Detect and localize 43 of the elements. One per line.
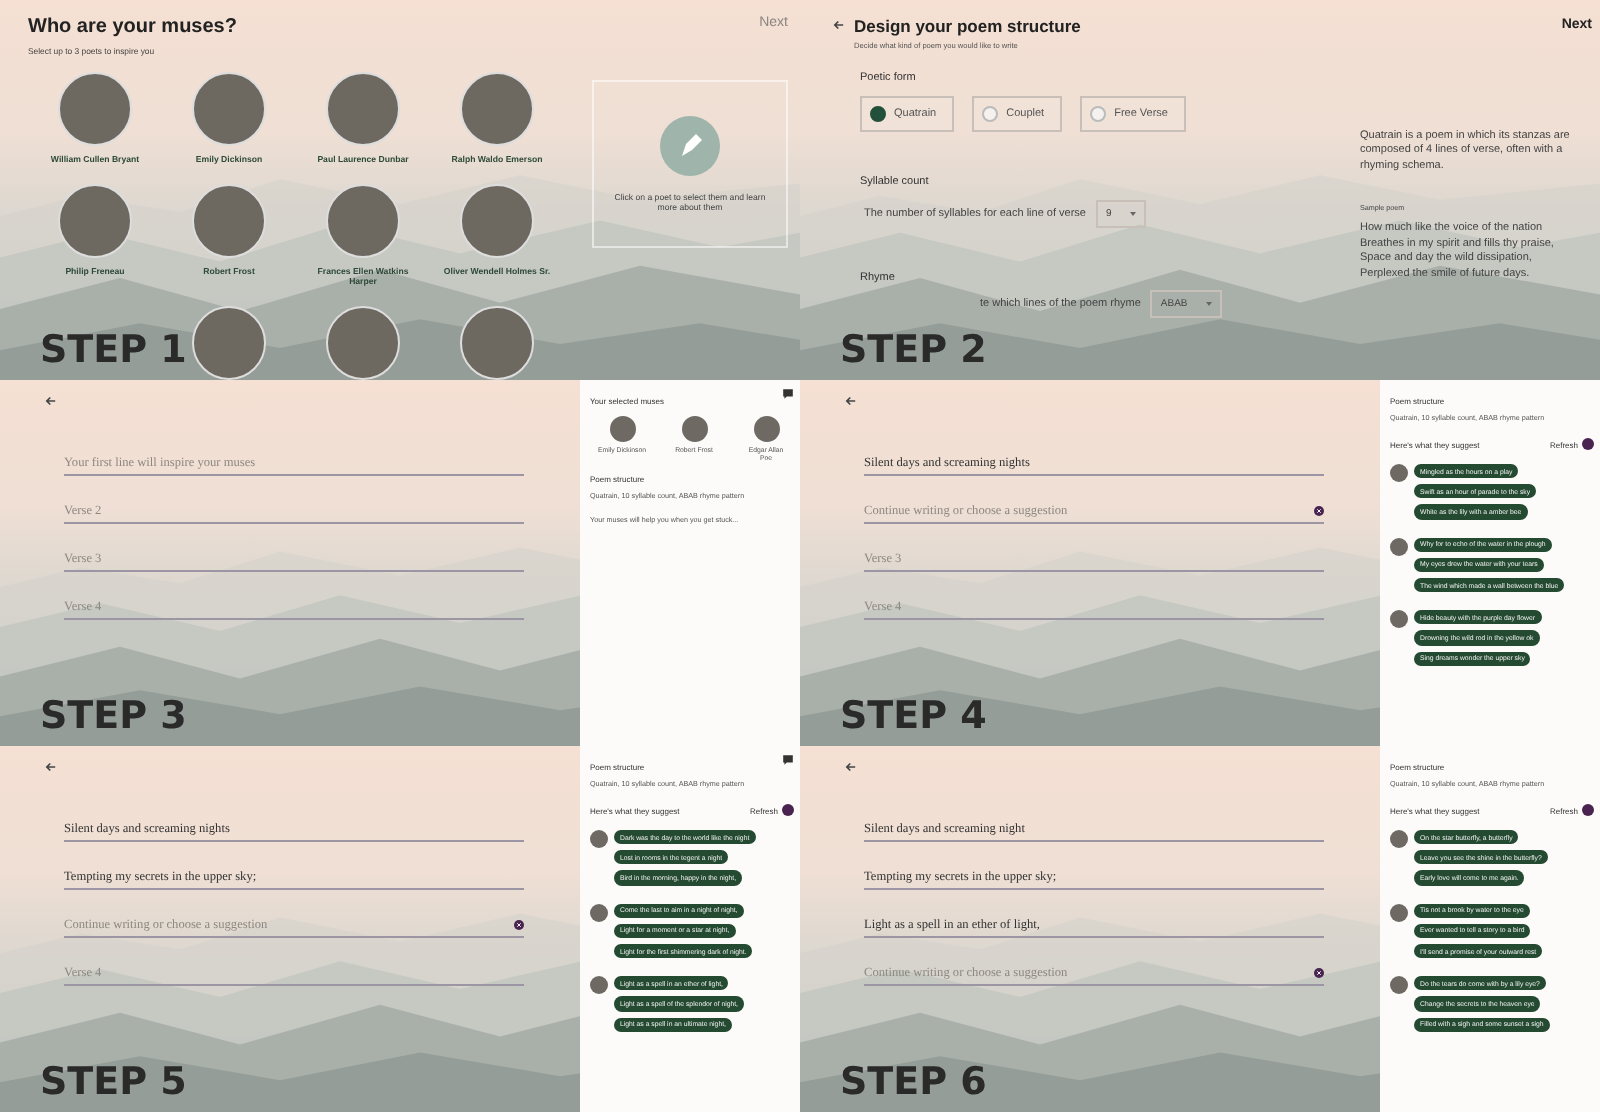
back-arrow-icon[interactable] <box>832 18 846 32</box>
photo-placeholder[interactable] <box>58 184 132 258</box>
clear-icon[interactable] <box>1314 505 1324 515</box>
avatar <box>590 830 608 848</box>
comment-icon[interactable] <box>782 388 794 400</box>
step-label: STEP 5 <box>40 1060 187 1104</box>
page-title: Design your poem structure <box>854 16 1083 36</box>
step-label: STEP 6 <box>840 1060 987 1104</box>
refresh-icon[interactable] <box>1582 804 1594 816</box>
step-label: STEP 3 <box>40 694 187 738</box>
radio-icon <box>870 106 886 122</box>
back-arrow-icon[interactable] <box>44 394 58 408</box>
back-arrow-icon[interactable] <box>44 760 58 774</box>
step-label: STEP 1 <box>40 328 187 372</box>
step-label: STEP 2 <box>840 328 987 372</box>
avatar <box>590 976 608 995</box>
back-arrow-icon[interactable] <box>844 760 858 774</box>
avatar <box>1390 464 1408 482</box>
avatar <box>681 416 707 442</box>
avatar <box>590 903 608 922</box>
clear-icon[interactable] <box>514 919 524 929</box>
avatar <box>1390 976 1408 995</box>
avatar <box>609 416 635 442</box>
page-title: Who are your muses? <box>28 16 237 38</box>
refresh-icon[interactable] <box>782 804 794 816</box>
avatar <box>1390 610 1408 629</box>
radio-icon <box>982 106 999 122</box>
comment-icon[interactable] <box>782 754 794 766</box>
avatar <box>753 416 779 442</box>
avatar <box>1390 537 1408 556</box>
back-arrow-icon[interactable] <box>844 394 858 408</box>
photo-placeholder[interactable] <box>460 72 534 146</box>
photo-placeholder[interactable] <box>192 72 266 146</box>
refresh-icon[interactable] <box>1582 438 1594 450</box>
clear-icon[interactable] <box>1314 967 1324 977</box>
photo-placeholder[interactable] <box>326 72 400 146</box>
avatar <box>1390 830 1408 848</box>
step-label: STEP 4 <box>840 694 987 738</box>
avatar <box>1390 903 1408 922</box>
pen-icon <box>660 116 720 176</box>
caret-icon <box>1205 302 1212 306</box>
radio-icon <box>1090 106 1107 122</box>
photo-placeholder[interactable] <box>58 72 132 146</box>
